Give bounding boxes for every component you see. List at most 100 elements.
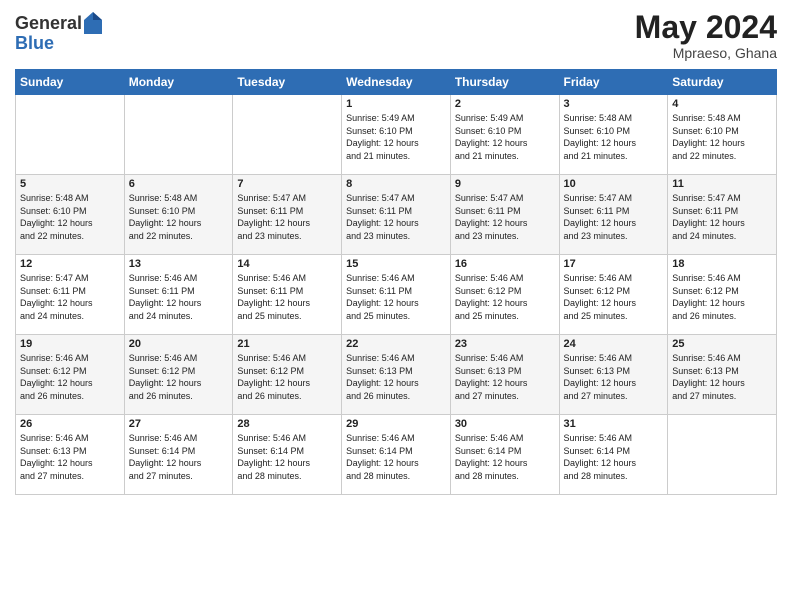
day-number: 7 xyxy=(237,178,337,190)
day-number: 28 xyxy=(237,418,337,430)
table-row: 21 Sunrise: 5:46 AM Sunset: 6:12 PM Dayli… xyxy=(233,335,342,415)
day-info: Sunrise: 5:47 AM Sunset: 6:11 PM Dayligh… xyxy=(237,192,337,242)
day-number: 6 xyxy=(129,178,229,190)
day-info: Sunrise: 5:48 AM Sunset: 6:10 PM Dayligh… xyxy=(129,192,229,242)
day-info: Sunrise: 5:46 AM Sunset: 6:11 PM Dayligh… xyxy=(346,272,446,322)
day-number: 25 xyxy=(672,338,772,350)
table-row: 30 Sunrise: 5:46 AM Sunset: 6:14 PM Dayli… xyxy=(450,415,559,495)
table-row: 5 Sunrise: 5:48 AM Sunset: 6:10 PM Daylig… xyxy=(16,175,125,255)
day-info: Sunrise: 5:46 AM Sunset: 6:11 PM Dayligh… xyxy=(129,272,229,322)
title-section: May 2024 Mpraeso, Ghana xyxy=(635,10,777,61)
table-row: 2 Sunrise: 5:49 AM Sunset: 6:10 PM Daylig… xyxy=(450,95,559,175)
day-number: 1 xyxy=(346,98,446,110)
day-info: Sunrise: 5:46 AM Sunset: 6:12 PM Dayligh… xyxy=(20,352,120,402)
day-number: 11 xyxy=(672,178,772,190)
table-row: 14Sunrise: 5:46 AM Sunset: 6:11 PM Dayli… xyxy=(233,255,342,335)
logo-general: General xyxy=(15,14,82,34)
calendar-week-4: 19Sunrise: 5:46 AM Sunset: 6:12 PM Dayli… xyxy=(16,335,777,415)
month-year-title: May 2024 xyxy=(635,10,777,45)
header-wednesday: Wednesday xyxy=(342,70,451,95)
day-info: Sunrise: 5:47 AM Sunset: 6:11 PM Dayligh… xyxy=(455,192,555,242)
logo: General Blue xyxy=(15,14,102,54)
day-info: Sunrise: 5:46 AM Sunset: 6:13 PM Dayligh… xyxy=(455,352,555,402)
day-number: 31 xyxy=(564,418,664,430)
day-number: 23 xyxy=(455,338,555,350)
table-row: 8Sunrise: 5:47 AM Sunset: 6:11 PM Daylig… xyxy=(342,175,451,255)
header-thursday: Thursday xyxy=(450,70,559,95)
day-info: Sunrise: 5:46 AM Sunset: 6:12 PM Dayligh… xyxy=(564,272,664,322)
header-friday: Friday xyxy=(559,70,668,95)
table-row xyxy=(124,95,233,175)
table-row: 22 Sunrise: 5:46 AM Sunset: 6:13 PM Dayli… xyxy=(342,335,451,415)
header-tuesday: Tuesday xyxy=(233,70,342,95)
day-number: 29 xyxy=(346,418,446,430)
day-number: 21 xyxy=(237,338,337,350)
table-row: 7 Sunrise: 5:47 AM Sunset: 6:11 PM Daylig… xyxy=(233,175,342,255)
day-number: 22 xyxy=(346,338,446,350)
header-monday: Monday xyxy=(124,70,233,95)
table-row xyxy=(233,95,342,175)
day-info: Sunrise: 5:46 AM Sunset: 6:13 PM Dayligh… xyxy=(20,432,120,482)
table-row: 20Sunrise: 5:46 AM Sunset: 6:12 PM Dayli… xyxy=(124,335,233,415)
table-row: 16Sunrise: 5:46 AM Sunset: 6:12 PM Dayli… xyxy=(450,255,559,335)
table-row: 25 Sunrise: 5:46 AM Sunset: 6:13 PM Dayli… xyxy=(668,335,777,415)
day-number: 10 xyxy=(564,178,664,190)
day-info: Sunrise: 5:46 AM Sunset: 6:12 PM Dayligh… xyxy=(237,352,337,402)
day-info: Sunrise: 5:46 AM Sunset: 6:13 PM Dayligh… xyxy=(564,352,664,402)
table-row: 18Sunrise: 5:46 AM Sunset: 6:12 PM Dayli… xyxy=(668,255,777,335)
table-row: 3 Sunrise: 5:48 AM Sunset: 6:10 PM Daylig… xyxy=(559,95,668,175)
day-info: Sunrise: 5:48 AM Sunset: 6:10 PM Dayligh… xyxy=(20,192,120,242)
table-row: 9 Sunrise: 5:47 AM Sunset: 6:11 PM Daylig… xyxy=(450,175,559,255)
calendar-week-3: 12Sunrise: 5:47 AM Sunset: 6:11 PM Dayli… xyxy=(16,255,777,335)
day-number: 27 xyxy=(129,418,229,430)
table-row: 28Sunrise: 5:46 AM Sunset: 6:14 PM Dayli… xyxy=(233,415,342,495)
calendar: Sunday Monday Tuesday Wednesday Thursday… xyxy=(15,69,777,495)
table-row: 19Sunrise: 5:46 AM Sunset: 6:12 PM Dayli… xyxy=(16,335,125,415)
header-sunday: Sunday xyxy=(16,70,125,95)
logo-blue: Blue xyxy=(15,34,102,54)
day-number: 8 xyxy=(346,178,446,190)
table-row: 6 Sunrise: 5:48 AM Sunset: 6:10 PM Daylig… xyxy=(124,175,233,255)
day-info: Sunrise: 5:49 AM Sunset: 6:10 PM Dayligh… xyxy=(455,112,555,162)
calendar-week-5: 26 Sunrise: 5:46 AM Sunset: 6:13 PM Dayli… xyxy=(16,415,777,495)
table-row: 26 Sunrise: 5:46 AM Sunset: 6:13 PM Dayli… xyxy=(16,415,125,495)
day-number: 26 xyxy=(20,418,120,430)
logo-text: General Blue xyxy=(15,14,102,54)
day-info: Sunrise: 5:49 AM Sunset: 6:10 PM Dayligh… xyxy=(346,112,446,162)
day-number: 3 xyxy=(564,98,664,110)
header: General Blue May 2024 Mpraeso, Ghana xyxy=(15,10,777,61)
day-number: 18 xyxy=(672,258,772,270)
day-info: Sunrise: 5:46 AM Sunset: 6:14 PM Dayligh… xyxy=(455,432,555,482)
day-number: 30 xyxy=(455,418,555,430)
day-info: Sunrise: 5:46 AM Sunset: 6:14 PM Dayligh… xyxy=(346,432,446,482)
table-row: 24 Sunrise: 5:46 AM Sunset: 6:13 PM Dayli… xyxy=(559,335,668,415)
calendar-week-2: 5 Sunrise: 5:48 AM Sunset: 6:10 PM Daylig… xyxy=(16,175,777,255)
day-info: Sunrise: 5:46 AM Sunset: 6:13 PM Dayligh… xyxy=(672,352,772,402)
day-info: Sunrise: 5:46 AM Sunset: 6:14 PM Dayligh… xyxy=(129,432,229,482)
day-info: Sunrise: 5:46 AM Sunset: 6:14 PM Dayligh… xyxy=(564,432,664,482)
day-info: Sunrise: 5:48 AM Sunset: 6:10 PM Dayligh… xyxy=(564,112,664,162)
day-info: Sunrise: 5:47 AM Sunset: 6:11 PM Dayligh… xyxy=(20,272,120,322)
day-number: 2 xyxy=(455,98,555,110)
page: General Blue May 2024 Mpraeso, Ghana Sun… xyxy=(0,0,792,612)
day-info: Sunrise: 5:46 AM Sunset: 6:11 PM Dayligh… xyxy=(237,272,337,322)
header-saturday: Saturday xyxy=(668,70,777,95)
day-number: 13 xyxy=(129,258,229,270)
table-row: 1 Sunrise: 5:49 AM Sunset: 6:10 PM Daylig… xyxy=(342,95,451,175)
day-number: 9 xyxy=(455,178,555,190)
day-info: Sunrise: 5:48 AM Sunset: 6:10 PM Dayligh… xyxy=(672,112,772,162)
table-row: 4Sunrise: 5:48 AM Sunset: 6:10 PM Daylig… xyxy=(668,95,777,175)
location-subtitle: Mpraeso, Ghana xyxy=(635,45,777,61)
table-row: 10 Sunrise: 5:47 AM Sunset: 6:11 PM Dayli… xyxy=(559,175,668,255)
day-number: 5 xyxy=(20,178,120,190)
table-row: 29 Sunrise: 5:46 AM Sunset: 6:14 PM Dayli… xyxy=(342,415,451,495)
table-row: 11Sunrise: 5:47 AM Sunset: 6:11 PM Dayli… xyxy=(668,175,777,255)
day-number: 17 xyxy=(564,258,664,270)
day-number: 24 xyxy=(564,338,664,350)
calendar-header-row: Sunday Monday Tuesday Wednesday Thursday… xyxy=(16,70,777,95)
day-info: Sunrise: 5:47 AM Sunset: 6:11 PM Dayligh… xyxy=(564,192,664,242)
day-info: Sunrise: 5:46 AM Sunset: 6:13 PM Dayligh… xyxy=(346,352,446,402)
table-row: 13 Sunrise: 5:46 AM Sunset: 6:11 PM Dayli… xyxy=(124,255,233,335)
table-row: 15Sunrise: 5:46 AM Sunset: 6:11 PM Dayli… xyxy=(342,255,451,335)
calendar-week-1: 1 Sunrise: 5:49 AM Sunset: 6:10 PM Daylig… xyxy=(16,95,777,175)
